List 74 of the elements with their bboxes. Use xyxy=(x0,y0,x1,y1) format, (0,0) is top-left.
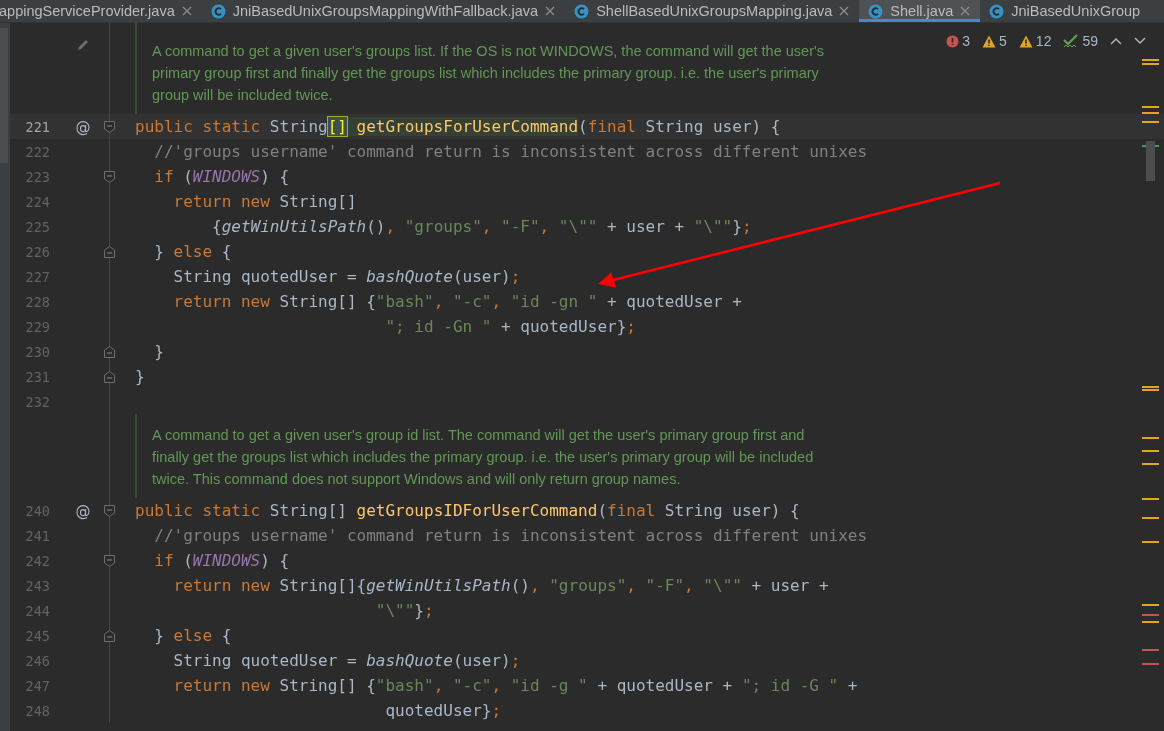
override-marker[interactable]: @ xyxy=(75,501,91,520)
close-icon[interactable] xyxy=(545,6,556,16)
close-icon[interactable] xyxy=(960,6,971,16)
line-number: 240 xyxy=(25,502,50,519)
code-line: //'groups username' command return is inconsistent across different unixes xyxy=(153,526,868,545)
line-number: 230 xyxy=(25,343,50,360)
line-number: 222 xyxy=(25,143,50,160)
code-line: String quotedUser = bashQuote(user); xyxy=(172,267,521,286)
line-number: 227 xyxy=(25,268,50,285)
line-number: 232 xyxy=(25,393,50,410)
code-line: } xyxy=(153,342,164,361)
fold-icon[interactable] xyxy=(103,170,115,183)
line-number: 248 xyxy=(25,702,50,719)
line-number: 229 xyxy=(25,318,50,335)
inspection-count[interactable]: 12 xyxy=(1018,33,1052,49)
code-line: public static String[] getGroupsForUserCommand(final String user) { xyxy=(135,117,781,136)
fold-icon[interactable] xyxy=(103,120,115,133)
code-line: //'groups username' command return is inconsistent across different unixes xyxy=(153,142,868,161)
editor-tab[interactable]: JniBasedUnixGroupsMappingWithFallback.java xyxy=(201,0,566,22)
code-line: } xyxy=(135,367,145,386)
tab-label: JniBasedUnixGroupsMappingWithFallback.java xyxy=(232,3,539,19)
code-line: String quotedUser = bashQuote(user); xyxy=(172,651,521,670)
line-number: 231 xyxy=(25,368,50,385)
fold-icon[interactable] xyxy=(103,245,115,258)
close-icon[interactable] xyxy=(839,6,850,16)
fold-icon[interactable] xyxy=(103,629,115,642)
tab-label: Shell.java xyxy=(890,3,954,19)
check-icon xyxy=(1063,34,1080,48)
code-line: return new String[] {"bash", "-c", "id -g " + quotedUser + "; id -G " + xyxy=(172,676,858,695)
code-line: } else { xyxy=(153,626,232,645)
line-number: 225 xyxy=(25,218,50,235)
code-line: "\""}; xyxy=(374,601,434,620)
code-line: return new String[] xyxy=(172,192,357,211)
fold-icon[interactable] xyxy=(103,504,115,517)
line-number: 242 xyxy=(25,552,50,569)
code-line: return new String[]{getWinUtilsPath(), "groups", "-F", "\"" + user + xyxy=(172,576,829,595)
close-icon[interactable] xyxy=(181,6,192,16)
inspection-count[interactable]: 59 xyxy=(1063,33,1098,49)
fold-icon[interactable] xyxy=(103,370,115,383)
chevron-up-icon[interactable] xyxy=(1110,37,1122,45)
line-number: 246 xyxy=(25,652,50,669)
fold-icon[interactable] xyxy=(103,554,115,567)
line-number: 223 xyxy=(25,168,50,185)
code-line: return new String[] {"bash", "-c", "id -gn " + quotedUser + xyxy=(172,292,742,311)
code-line: if (WINDOWS) { xyxy=(153,551,290,570)
code-line: "; id -Gn " + quotedUser}; xyxy=(384,317,636,336)
tab-label: appingServiceProvider.java xyxy=(0,3,175,19)
override-marker[interactable]: @ xyxy=(75,117,91,136)
code-line: quotedUser}; xyxy=(384,701,502,720)
editor-tab[interactable]: ShellBasedUnixGroupsMapping.java xyxy=(565,0,860,22)
scrollbar-thumb[interactable] xyxy=(1146,141,1155,181)
editor-tab[interactable]: Shell.java xyxy=(859,0,981,22)
chevron-down-icon[interactable] xyxy=(1134,37,1146,45)
code-line: } else { xyxy=(153,242,232,261)
inspection-count[interactable]: 5 xyxy=(982,33,1007,49)
line-number: 226 xyxy=(25,243,50,260)
fold-icon[interactable] xyxy=(103,345,115,358)
line-number: 228 xyxy=(25,293,50,310)
pencil-icon[interactable] xyxy=(76,38,90,52)
tab-label: JniBasedUnixGroup xyxy=(1011,3,1141,19)
line-number: 244 xyxy=(25,602,50,619)
editor-tab[interactable]: JniBasedUnixGroup xyxy=(980,0,1151,22)
inspection-count[interactable]: 3 xyxy=(946,33,971,49)
code-line: public static String[] getGroupsIDForUserCommand(final String user) { xyxy=(135,501,800,520)
line-number: 245 xyxy=(25,627,50,644)
line-number: 243 xyxy=(25,577,50,594)
line-number: 247 xyxy=(25,677,50,694)
line-number: 241 xyxy=(25,527,50,544)
editor-tab[interactable]: appingServiceProvider.java xyxy=(0,0,202,22)
line-number: 224 xyxy=(25,193,50,210)
code-line: if (WINDOWS) { xyxy=(153,167,290,186)
code-line: {getWinUtilsPath(), "groups", "-F", "\"" + user + "\""}; xyxy=(211,217,752,236)
line-number: 221 xyxy=(25,118,50,135)
tab-label: ShellBasedUnixGroupsMapping.java xyxy=(596,3,833,19)
